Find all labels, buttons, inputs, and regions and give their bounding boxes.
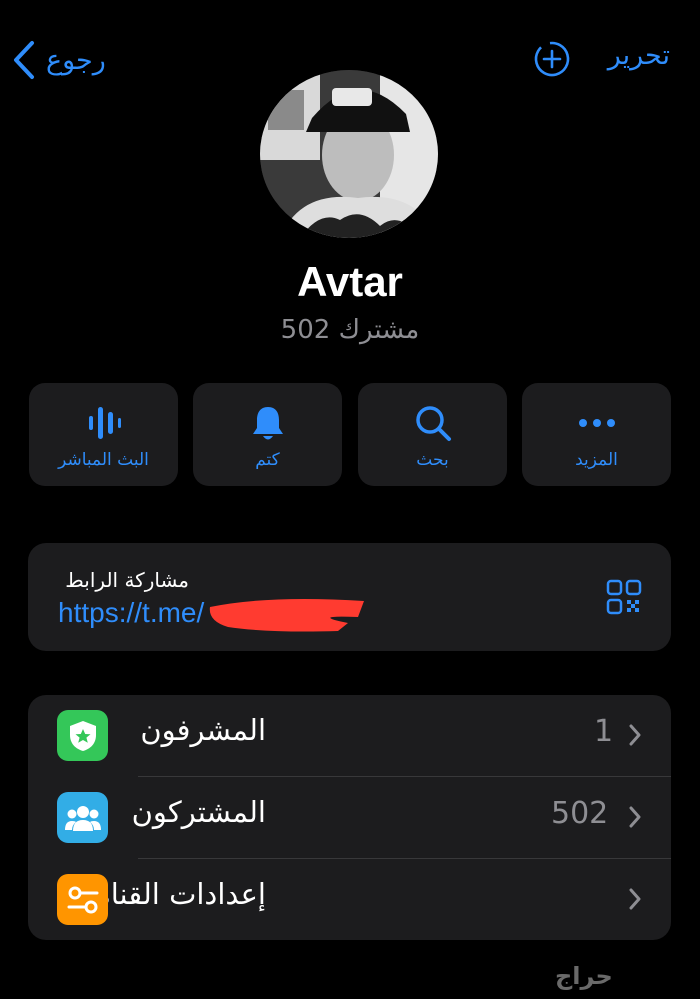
add-member-icon[interactable] bbox=[533, 40, 571, 78]
channel-settings-list: 1 المشرفون 502 المشتركون إعدادات القناة bbox=[28, 695, 671, 940]
settings-toggle-icon bbox=[57, 874, 108, 925]
list-item-value: 502 bbox=[551, 796, 609, 831]
share-link-card[interactable]: مشاركة الرابط https://t.me/ bbox=[28, 543, 671, 651]
action-label: بحث bbox=[416, 450, 449, 470]
chevron-right-icon bbox=[629, 724, 641, 746]
list-item-admins[interactable]: 1 المشرفون bbox=[28, 695, 671, 776]
qr-code-icon[interactable] bbox=[606, 579, 642, 615]
avatar[interactable] bbox=[260, 70, 438, 238]
admin-badge-icon bbox=[57, 710, 108, 761]
channel-name: Avtar bbox=[297, 258, 403, 305]
action-label: المزيد bbox=[575, 450, 618, 470]
chevron-left-icon bbox=[14, 41, 34, 79]
live-stream-button[interactable]: البث المباشر bbox=[29, 383, 178, 486]
list-item-label: إعدادات القناة bbox=[95, 877, 266, 911]
back-button[interactable]: رجوع bbox=[12, 38, 106, 82]
edit-button[interactable]: تحرير bbox=[608, 40, 670, 71]
more-button[interactable]: المزيد bbox=[522, 383, 671, 486]
list-item-subscribers[interactable]: 502 المشتركون bbox=[28, 777, 671, 858]
live-stream-icon bbox=[88, 407, 121, 439]
list-item-channel-settings[interactable]: إعدادات القناة bbox=[28, 859, 671, 940]
subscriber-count: 502 مشترك bbox=[280, 315, 420, 345]
avatar-image bbox=[260, 70, 438, 238]
back-label: رجوع bbox=[46, 44, 106, 76]
action-label: البث المباشر bbox=[58, 450, 149, 470]
search-icon bbox=[415, 406, 451, 441]
mute-button[interactable]: كتم bbox=[193, 383, 342, 486]
share-link-title: مشاركة الرابط bbox=[65, 568, 189, 592]
search-button[interactable]: بحث bbox=[358, 383, 507, 486]
group-icon bbox=[57, 792, 108, 843]
list-item-label: المشرفون bbox=[140, 713, 266, 747]
share-link-url[interactable]: https://t.me/ bbox=[58, 597, 204, 629]
redaction-mark bbox=[209, 599, 364, 632]
chevron-right-icon bbox=[629, 888, 641, 910]
list-item-label: المشتركون bbox=[131, 795, 266, 829]
bell-icon bbox=[252, 407, 283, 440]
chevron-right-icon bbox=[629, 806, 641, 828]
action-label: كتم bbox=[255, 450, 280, 470]
watermark: حراج bbox=[555, 962, 613, 990]
more-dots-icon bbox=[578, 419, 615, 427]
list-item-value: 1 bbox=[594, 714, 614, 749]
